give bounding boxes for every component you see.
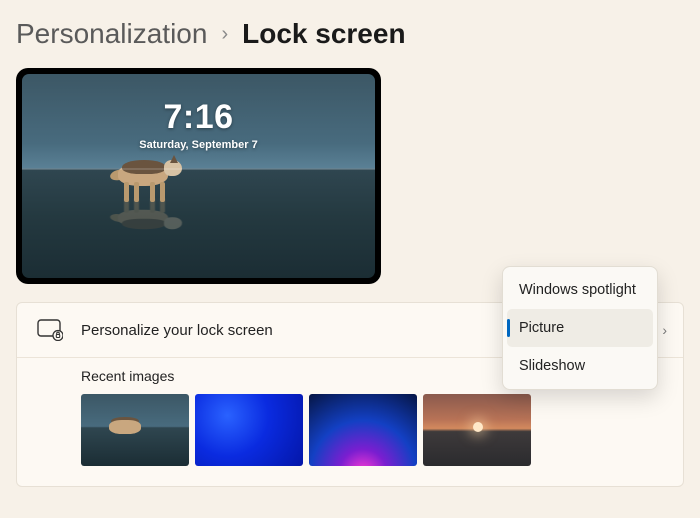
- recent-image-thumb[interactable]: [423, 394, 531, 466]
- wallpaper-wolf-reflection: [110, 205, 190, 237]
- breadcrumb: Personalization › Lock screen: [0, 0, 700, 62]
- lockscreen-icon: [37, 319, 63, 341]
- dropdown-option-windows-spotlight[interactable]: Windows spotlight: [507, 271, 653, 309]
- lockscreen-preview: 7:16 Saturday, September 7: [16, 68, 381, 284]
- recent-image-thumb[interactable]: [81, 394, 189, 466]
- recent-images-thumbs: [81, 394, 663, 466]
- page-title: Lock screen: [242, 18, 405, 50]
- lockscreen-preview-image: 7:16 Saturday, September 7: [22, 74, 375, 278]
- personalize-lockscreen-label: Personalize your lock screen: [81, 322, 273, 339]
- dropdown-option-slideshow[interactable]: Slideshow: [507, 347, 653, 385]
- recent-image-thumb[interactable]: [309, 394, 417, 466]
- lockscreen-clock: 7:16 Saturday, September 7: [22, 98, 375, 151]
- chevron-right-icon: ›: [662, 322, 667, 338]
- dropdown-option-picture[interactable]: Picture: [507, 309, 653, 347]
- background-type-dropdown[interactable]: Windows spotlight Picture Slideshow: [502, 266, 658, 390]
- lockscreen-time: 7:16: [22, 98, 375, 137]
- lockscreen-date: Saturday, September 7: [22, 139, 375, 151]
- chevron-right-icon: ›: [221, 23, 228, 46]
- breadcrumb-parent[interactable]: Personalization: [16, 18, 207, 50]
- wallpaper-wolf: [110, 150, 190, 202]
- recent-image-thumb[interactable]: [195, 394, 303, 466]
